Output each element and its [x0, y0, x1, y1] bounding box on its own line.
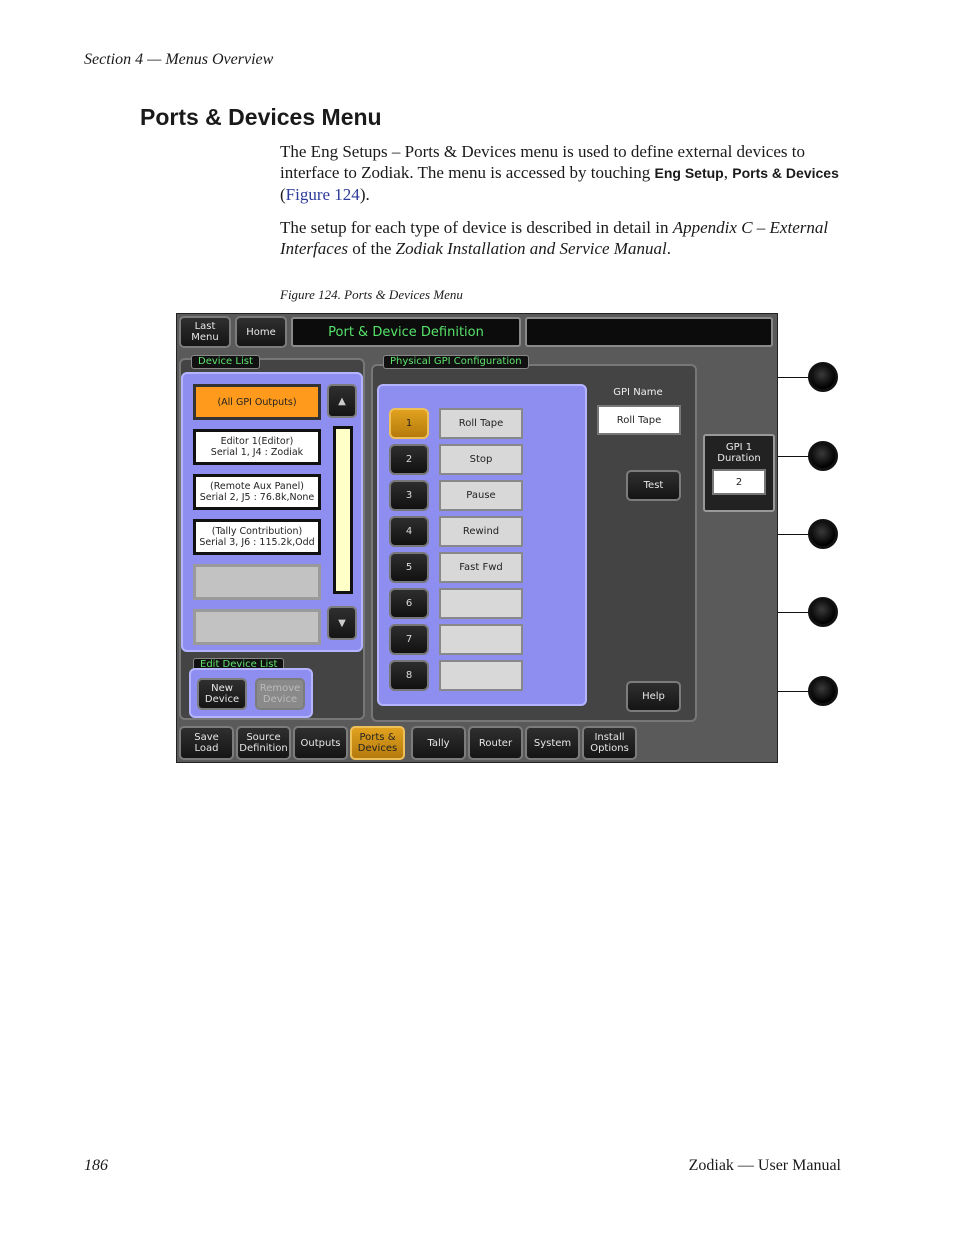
gpi-6-button[interactable]: 6	[389, 588, 429, 619]
device-line-1: Editor 1(Editor)	[220, 436, 294, 447]
gpi-8-name	[439, 660, 523, 691]
ui-ref-eng-setup: Eng Setup	[654, 165, 724, 181]
soft-knob-5-icon	[808, 676, 838, 706]
tab-ports-devices[interactable]: Ports & Devices	[350, 726, 405, 760]
gpi-4-name: Rewind	[439, 516, 523, 547]
knob-leader-line	[778, 534, 810, 535]
gpi-5-button[interactable]: 5	[389, 552, 429, 583]
duration-field[interactable]: 2	[712, 469, 766, 495]
device-item-remote-aux[interactable]: (Remote Aux Panel) Serial 2, J5 : 76.8k,N…	[193, 474, 321, 510]
soft-knob-3-icon	[808, 519, 838, 549]
device-line-1: (Remote Aux Panel)	[210, 481, 304, 492]
section-header: Section 4 — Menus Overview	[84, 51, 274, 68]
tab-install-options[interactable]: Install Options	[582, 726, 637, 760]
knob-leader-line	[778, 377, 810, 378]
device-line-2: Serial 1, J4 : Zodiak	[210, 447, 304, 458]
intro-paragraph: The Eng Setups – Ports & Devices menu is…	[280, 141, 845, 205]
gpi-3-button[interactable]: 3	[389, 480, 429, 511]
para1-sep: ,	[723, 163, 733, 182]
soft-knob-1-icon	[808, 362, 838, 392]
edit-device-list-area: New Device Remove Device	[189, 668, 313, 718]
tab-tally[interactable]: Tally	[411, 726, 466, 760]
footer-manual-title: Zodiak — User Manual	[688, 1157, 841, 1174]
device-line-1: (Tally Contribution)	[211, 526, 303, 537]
gpi-config-label: Physical GPI Configuration	[383, 355, 529, 369]
device-list-area: (All GPI Outputs) Editor 1(Editor) Serial…	[181, 372, 363, 652]
knob-leader-line	[778, 691, 810, 692]
new-device-button[interactable]: New Device	[197, 678, 247, 710]
home-button[interactable]: Home	[235, 316, 287, 348]
gpi-name-label: GPI Name	[613, 387, 663, 398]
gpi-7-button[interactable]: 7	[389, 624, 429, 655]
device-item-editor[interactable]: Editor 1(Editor) Serial 1, J4 : Zodiak	[193, 429, 321, 465]
para2-text-1: The setup for each type of device is des…	[280, 218, 673, 237]
gpi-3-name: Pause	[439, 480, 523, 511]
knob-leader-line	[778, 612, 810, 613]
manual-ref: Zodiak Installation and Service Manual	[395, 239, 667, 258]
gpi-7-name	[439, 624, 523, 655]
device-item-tally[interactable]: (Tally Contribution) Serial 3, J6 : 115.2…	[193, 519, 321, 555]
gpi-8-button[interactable]: 8	[389, 660, 429, 691]
gpi-1-name: Roll Tape	[439, 408, 523, 439]
tab-save-load[interactable]: Save Load	[179, 726, 234, 760]
menu-title: Port & Device Definition	[291, 317, 521, 347]
gpi-1-button[interactable]: 1	[389, 408, 429, 439]
last-menu-button[interactable]: Last Menu	[179, 316, 231, 348]
device-line-2: Serial 2, J5 : 76.8k,None	[199, 492, 315, 503]
gpi-5-name: Fast Fwd	[439, 552, 523, 583]
knob-leader-line	[778, 456, 810, 457]
gpi-6-name	[439, 588, 523, 619]
page-title: Ports & Devices Menu	[140, 104, 382, 130]
scroll-up-button[interactable]: ▲	[327, 384, 357, 418]
soft-knob-4-icon	[808, 597, 838, 627]
page-number: 186	[84, 1157, 108, 1174]
soft-knob-2-icon	[808, 441, 838, 471]
device-item-empty[interactable]	[193, 564, 321, 600]
appendix-paragraph: The setup for each type of device is des…	[280, 217, 845, 259]
device-list-label: Device List	[191, 355, 260, 369]
gpi-4-button[interactable]: 4	[389, 516, 429, 547]
status-bar	[525, 317, 773, 347]
tab-outputs[interactable]: Outputs	[293, 726, 348, 760]
gpi-name-field[interactable]: Roll Tape	[597, 405, 681, 435]
duration-panel: GPI 1 Duration 2	[703, 434, 775, 512]
scrollbar-track[interactable]	[333, 426, 353, 594]
remove-device-button[interactable]: Remove Device	[255, 678, 305, 710]
test-button[interactable]: Test	[626, 470, 681, 501]
device-line-1: (All GPI Outputs)	[217, 396, 297, 408]
gpi-list-area: 1 Roll Tape 2 Stop 3 Pause 4 Rewind 5 Fa…	[377, 384, 587, 706]
gpi-2-button[interactable]: 2	[389, 444, 429, 475]
device-line-2: Serial 3, J6 : 115.2k,Odd	[199, 537, 315, 548]
help-button[interactable]: Help	[626, 681, 681, 712]
device-item-empty[interactable]	[193, 609, 321, 645]
device-item-all-gpi[interactable]: (All GPI Outputs)	[193, 384, 321, 420]
tab-router[interactable]: Router	[468, 726, 523, 760]
para1-text-3: ).	[359, 185, 370, 204]
scroll-down-button[interactable]: ▼	[327, 606, 357, 640]
figure-caption: Figure 124. Ports & Devices Menu	[280, 287, 463, 302]
ports-devices-screen: Last Menu Home Port & Device Definition …	[176, 313, 778, 763]
gpi-2-name: Stop	[439, 444, 523, 475]
figure-link[interactable]: Figure 124	[286, 185, 360, 204]
duration-label: GPI 1 Duration	[717, 442, 761, 464]
tab-system[interactable]: System	[525, 726, 580, 760]
para2-text-3: .	[666, 239, 671, 258]
ui-ref-ports-devices: Ports & Devices	[732, 165, 839, 181]
para2-text-2: of the	[347, 239, 396, 258]
tab-source-definition[interactable]: Source Definition	[236, 726, 291, 760]
